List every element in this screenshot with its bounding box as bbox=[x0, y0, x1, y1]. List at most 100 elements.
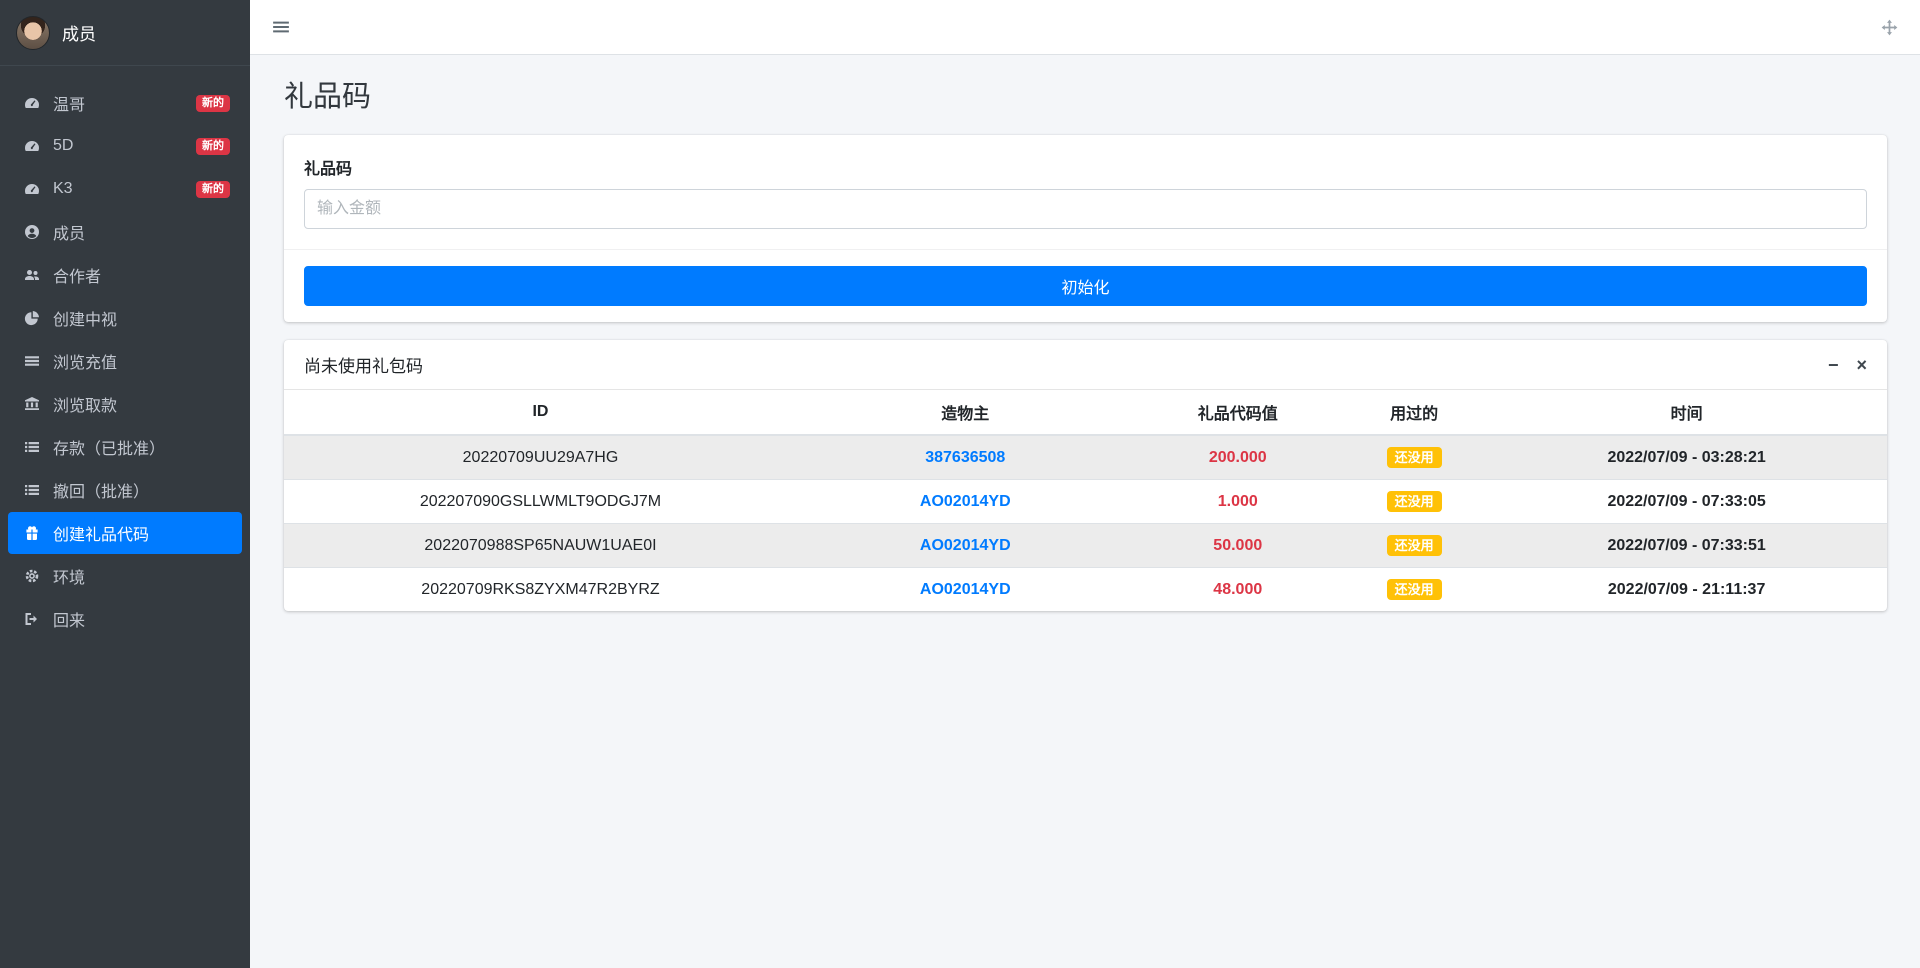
gift-icon bbox=[20, 525, 44, 541]
sidebar-item-label: 浏览取款 bbox=[53, 398, 118, 415]
table-row: 202207090GSLLWMLT9ODGJ7M AO02014YD 1.000… bbox=[284, 479, 1887, 524]
sidebar-item-5d[interactable]: 5D 新的 bbox=[8, 125, 242, 167]
sidebar-brand[interactable]: 成员 bbox=[0, 0, 250, 66]
sidebar-item-label: 成员 bbox=[53, 226, 86, 243]
sidebar-item-withdrawals-approved[interactable]: 撤回（批准） bbox=[8, 469, 242, 511]
unused-badge: 还没用 bbox=[1386, 535, 1442, 556]
user-icon bbox=[20, 224, 44, 240]
sidebar-item-label: 浏览充值 bbox=[53, 355, 118, 372]
unused-gift-codes-card: 尚未使用礼包码 − × ID 造物主 礼品代码值 用过的 时间 20220709… bbox=[284, 340, 1887, 611]
card-tools: − × bbox=[1828, 356, 1867, 374]
col-header-creator: 造物主 bbox=[796, 390, 1134, 436]
cell-time: 2022/07/09 - 03:28:21 bbox=[1486, 434, 1887, 480]
col-header-used: 用过的 bbox=[1341, 390, 1487, 436]
table-row: 2022070988SP65NAUW1UAE0I AO02014YD 50.00… bbox=[284, 523, 1887, 568]
unused-badge: 还没用 bbox=[1386, 579, 1442, 600]
sidebar-item-logout[interactable]: 回来 bbox=[8, 598, 242, 640]
col-header-id: ID bbox=[284, 390, 797, 436]
table-header-row: ID 造物主 礼品代码值 用过的 时间 bbox=[284, 390, 1887, 436]
sidebar-item-label: 温哥 bbox=[53, 97, 86, 114]
initialize-button[interactable]: 初始化 bbox=[304, 266, 1867, 306]
sidebar-item-browse-withdrawals[interactable]: 浏览取款 bbox=[8, 383, 242, 425]
sidebar-item-wenge[interactable]: 温哥 新的 bbox=[8, 82, 242, 124]
cell-value: 200.000 bbox=[1133, 434, 1342, 480]
unused-badge: 还没用 bbox=[1386, 491, 1442, 512]
sidebar-item-label: 创建礼品代码 bbox=[53, 527, 150, 544]
cell-value: 1.000 bbox=[1133, 479, 1342, 524]
list-icon bbox=[20, 439, 44, 455]
new-badge: 新的 bbox=[196, 180, 230, 198]
speedometer-icon bbox=[20, 138, 44, 154]
speedometer-icon bbox=[20, 95, 44, 111]
table-head: ID 造物主 礼品代码值 用过的 时间 bbox=[284, 390, 1887, 436]
cell-time: 2022/07/09 - 07:33:05 bbox=[1486, 479, 1887, 524]
gift-codes-table: ID 造物主 礼品代码值 用过的 时间 20220709UU29A7HG 387… bbox=[284, 390, 1887, 611]
cell-value: 50.000 bbox=[1133, 523, 1342, 568]
sidebar-item-create-gift-code[interactable]: 创建礼品代码 bbox=[8, 512, 242, 554]
new-badge: 新的 bbox=[196, 94, 230, 112]
sidebar-item-browse-recharge[interactable]: 浏览充值 bbox=[8, 340, 242, 382]
signout-icon bbox=[20, 611, 44, 627]
top-navbar bbox=[250, 0, 1920, 55]
cell-creator-link[interactable]: AO02014YD bbox=[796, 523, 1134, 568]
cell-creator-link[interactable]: AO02014YD bbox=[796, 567, 1134, 611]
col-header-value: 礼品代码值 bbox=[1133, 390, 1342, 436]
table-body: 20220709UU29A7HG 387636508 200.000 还没用 2… bbox=[284, 434, 1887, 611]
sidebar-item-create-view[interactable]: 创建中视 bbox=[8, 297, 242, 339]
cell-time: 2022/07/09 - 21:11:37 bbox=[1486, 567, 1887, 611]
pie-chart-icon bbox=[20, 310, 44, 326]
bank-icon bbox=[20, 396, 44, 412]
user-avatar bbox=[16, 15, 50, 50]
sidebar-item-label: 环境 bbox=[53, 570, 86, 587]
sidebar-menu: 温哥 新的 5D 新的 K3 新的 成员 合作者 创建中视 浏览充值 浏览取款 … bbox=[0, 66, 250, 640]
table-row: 20220709UU29A7HG 387636508 200.000 还没用 2… bbox=[284, 434, 1887, 480]
hamburger-icon[interactable] bbox=[272, 18, 290, 36]
form-card-body: 礼品码 bbox=[284, 135, 1887, 249]
cell-used: 还没用 bbox=[1341, 567, 1487, 611]
sidebar-item-settings[interactable]: 环境 bbox=[8, 555, 242, 597]
minimize-icon[interactable]: − bbox=[1828, 356, 1839, 374]
list-icon bbox=[20, 482, 44, 498]
gift-code-form-card: 礼品码 初始化 bbox=[284, 135, 1887, 322]
amount-input[interactable] bbox=[304, 189, 1867, 229]
sidebar-item-label: 创建中视 bbox=[53, 312, 118, 329]
table-card-header: 尚未使用礼包码 − × bbox=[284, 340, 1887, 390]
sidebar-item-label: 撤回（批准） bbox=[53, 484, 150, 501]
content-area: 礼品码 礼品码 初始化 尚未使用礼包码 − × ID 造物主 bbox=[250, 55, 1920, 611]
sidebar-item-label: 合作者 bbox=[53, 269, 102, 286]
col-header-time: 时间 bbox=[1486, 390, 1887, 436]
expand-arrows-icon[interactable] bbox=[1881, 19, 1898, 36]
speedometer-icon bbox=[20, 181, 44, 197]
cell-id: 20220709UU29A7HG bbox=[284, 434, 797, 480]
users-icon bbox=[20, 267, 44, 283]
sidebar-item-label: 存款（已批准） bbox=[53, 441, 166, 458]
sidebar-item-label: K3 bbox=[53, 180, 73, 197]
cell-value: 48.000 bbox=[1133, 567, 1342, 611]
cell-used: 还没用 bbox=[1341, 523, 1487, 568]
cell-time: 2022/07/09 - 07:33:51 bbox=[1486, 523, 1887, 568]
bars-icon bbox=[20, 353, 44, 369]
table-row: 20220709RKS8ZYXM47R2BYRZ AO02014YD 48.00… bbox=[284, 567, 1887, 611]
cell-creator-link[interactable]: 387636508 bbox=[796, 434, 1134, 480]
sidebar-item-label: 5D bbox=[53, 137, 74, 154]
sidebar-item-k3[interactable]: K3 新的 bbox=[8, 168, 242, 210]
page-title: 礼品码 bbox=[284, 81, 372, 113]
amount-field-label: 礼品码 bbox=[304, 161, 353, 178]
form-card-footer: 初始化 bbox=[284, 249, 1887, 322]
cell-used: 还没用 bbox=[1341, 479, 1487, 524]
cell-id: 202207090GSLLWMLT9ODGJ7M bbox=[284, 479, 797, 524]
sidebar-item-label: 回来 bbox=[53, 613, 86, 630]
unused-badge: 还没用 bbox=[1386, 447, 1442, 468]
gear-icon bbox=[20, 568, 44, 584]
sidebar-item-partners[interactable]: 合作者 bbox=[8, 254, 242, 296]
sidebar-item-members[interactable]: 成员 bbox=[8, 211, 242, 253]
table-card-title: 尚未使用礼包码 bbox=[304, 357, 423, 376]
cell-id: 2022070988SP65NAUW1UAE0I bbox=[284, 523, 797, 568]
cell-used: 还没用 bbox=[1341, 434, 1487, 480]
close-icon[interactable]: × bbox=[1856, 356, 1867, 374]
sidebar-item-deposits-approved[interactable]: 存款（已批准） bbox=[8, 426, 242, 468]
sidebar: 成员 温哥 新的 5D 新的 K3 新的 成员 合作者 创建中视 浏览充值 浏览… bbox=[0, 0, 250, 968]
brand-label: 成员 bbox=[62, 25, 96, 44]
cell-creator-link[interactable]: AO02014YD bbox=[796, 479, 1134, 524]
cell-id: 20220709RKS8ZYXM47R2BYRZ bbox=[284, 567, 797, 611]
